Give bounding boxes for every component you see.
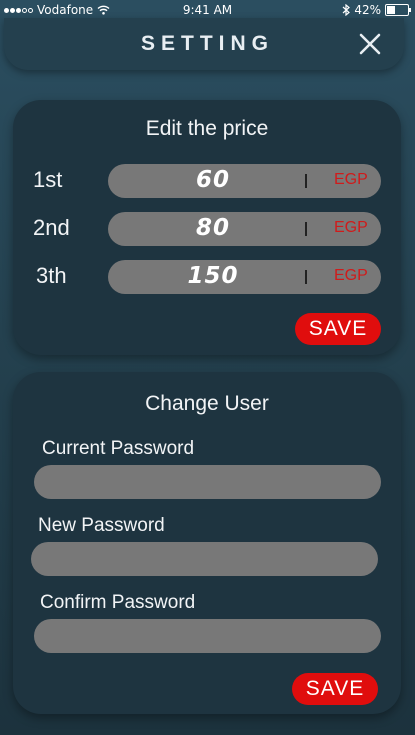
price-divider [305,174,307,188]
price-divider [305,222,307,236]
edit-price-title: Edit the price [145,117,269,140]
close-button[interactable] [357,31,383,57]
bluetooth-icon [342,4,351,16]
save-user-button[interactable]: SAVE [292,673,378,705]
status-right: 42% [342,3,411,17]
change-user-card: Change User Current Password New Passwor… [13,372,401,714]
edit-price-card: Edit the price 1st 60 EGP 2nd 80 EGP 3th… [13,100,401,355]
page-title: SETTING [140,32,274,55]
change-user-title: Change User [145,392,269,415]
confirm-password-label: Confirm Password [40,592,196,613]
new-password-field[interactable] [31,542,378,576]
confirm-password-field[interactable] [34,619,381,653]
price-unit: EGP [334,171,368,188]
price-input-1st[interactable]: 60 EGP [108,164,381,198]
save-price-button[interactable]: SAVE [295,313,381,345]
price-unit: EGP [334,267,368,284]
price-unit: EGP [334,219,368,236]
new-password-label: New Password [38,515,165,536]
price-input-2nd[interactable]: 80 EGP [108,212,381,246]
battery-icon [385,4,411,16]
status-bar: Vodafone 9:41 AM 42% [0,0,415,20]
battery-percent: 42% [354,3,381,17]
current-password-field[interactable] [34,465,381,499]
close-icon [359,33,381,55]
price-label-2nd: 2nd [33,215,70,240]
price-value: 60 [195,167,230,193]
current-password-label: Current Password [42,438,195,459]
price-value: 80 [195,215,230,241]
price-label-1st: 1st [33,167,63,192]
price-label-3th: 3th [36,263,67,288]
price-value: 150 [187,263,239,289]
price-input-3th[interactable]: 150 EGP [108,260,381,294]
battery-level [387,6,395,14]
price-divider [305,270,307,284]
